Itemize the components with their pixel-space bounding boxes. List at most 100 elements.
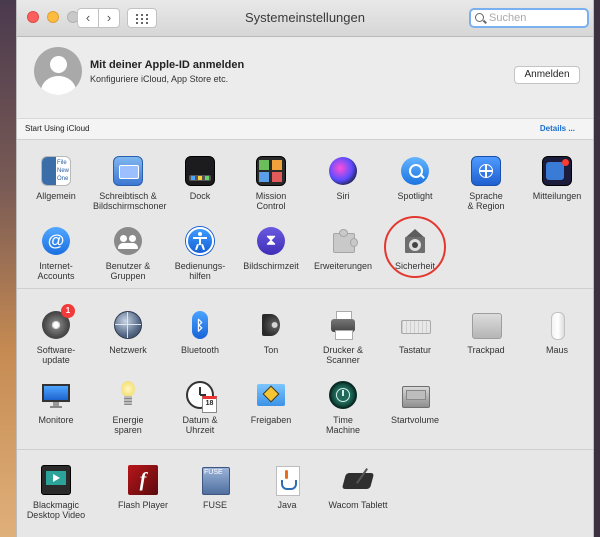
close-window-button[interactable] [27, 11, 39, 23]
pane-screen-time[interactable]: ⧗ Bildschirmzeit [236, 226, 306, 271]
pane-wacom[interactable]: Wacom Tablett [323, 465, 393, 510]
desktop-background-right [594, 0, 600, 537]
pane-label-line-1: Sprache [469, 191, 503, 201]
pane-users-groups[interactable]: Benutzer & Gruppen [93, 226, 163, 281]
avatar [34, 47, 82, 95]
pane-label-line-1: Datum & [182, 415, 218, 425]
sound-icon [262, 314, 280, 336]
icloud-details-link[interactable]: Details ... [540, 124, 575, 133]
pane-notifications[interactable]: Mitteilungen [522, 156, 592, 201]
pane-time-machine[interactable]: Time Machine [308, 380, 378, 435]
pane-network[interactable]: Netzwerk [93, 310, 163, 355]
calendar-day: 18 [202, 396, 217, 413]
grid-icon [136, 22, 138, 24]
pane-label-line-2: sparen [114, 425, 142, 435]
pane-label: Blackmagic Desktop Video [21, 500, 91, 520]
pane-extensions[interactable]: Erweiterungen [308, 226, 378, 271]
pane-label-line-2: & Region [467, 201, 505, 211]
show-all-button[interactable] [127, 8, 157, 28]
pane-label-line-1: Blackmagic [32, 500, 79, 510]
pane-label-line-1: Freigaben [250, 415, 292, 425]
pane-label-line-2: Uhrzeit [185, 425, 215, 435]
pane-displays[interactable]: Monitore [21, 380, 91, 425]
siri-icon [329, 157, 357, 185]
pane-mouse[interactable]: Maus [522, 310, 592, 355]
pane-label: Energie sparen [93, 415, 163, 435]
pane-label-line-1: Siri [336, 191, 350, 201]
pane-label: Java [252, 500, 322, 510]
pane-startup-disk[interactable]: Startvolume [380, 380, 450, 425]
general-icon: File New One [41, 156, 71, 186]
pane-label: Siri [308, 191, 378, 201]
pane-label-line-1: Allgemein [36, 191, 76, 201]
pane-label: Drucker & Scanner [308, 345, 378, 365]
apple-id-subtitle: Konfiguriere iCloud, App Store etc. [90, 74, 229, 84]
title-bar: ‹ › Systemeinstellungen [17, 0, 593, 37]
grid-icon [136, 18, 138, 20]
pane-software-update[interactable]: 1 Software-update [21, 304, 91, 365]
pane-label: Freigaben [236, 415, 306, 425]
pane-label-line-2: Bildschirmschoner [93, 201, 167, 211]
pane-label-line-1: Spotlight [397, 191, 433, 201]
pane-blackmagic[interactable]: Blackmagic Desktop Video [21, 465, 91, 520]
pane-language-region[interactable]: Sprache & Region [451, 156, 521, 211]
hourglass-icon: ⧗ [265, 232, 277, 249]
pane-label: Maus [522, 345, 592, 355]
pane-mission-control[interactable]: Mission Control [236, 156, 306, 211]
pane-internet-accounts[interactable]: @ Internet- Accounts [21, 226, 91, 281]
pane-label: Netzwerk [93, 345, 163, 355]
pane-flash-player[interactable]: f Flash Player [108, 465, 178, 510]
pane-keyboard[interactable]: Tastatur [380, 310, 450, 355]
grid-icon [146, 18, 148, 20]
pane-accessibility[interactable]: Bedienungs-hilfen [165, 226, 235, 281]
pane-siri[interactable]: Siri [308, 156, 378, 201]
forward-button[interactable]: › [98, 8, 120, 28]
pane-bluetooth[interactable]: ᛒ Bluetooth [165, 310, 235, 355]
pane-label: Benutzer & Gruppen [93, 261, 163, 281]
icloud-bar: Start Using iCloud Details ... [17, 118, 593, 140]
pane-dock[interactable]: Dock [165, 156, 235, 201]
pane-sharing[interactable]: Freigaben [236, 380, 306, 425]
pane-security[interactable]: Sicherheit [380, 226, 450, 271]
pane-label-line-1: Erweiterungen [313, 261, 373, 271]
apple-id-title: Mit deiner Apple-ID anmelden [90, 59, 245, 71]
back-button[interactable]: ‹ [77, 8, 99, 28]
pane-spotlight[interactable]: Spotlight [380, 156, 450, 201]
pane-label-line-1: Bedienungs- [174, 261, 226, 271]
pane-fuse[interactable]: FUSE FUSE [180, 465, 250, 510]
pane-label: Software-update [21, 345, 91, 365]
pane-sound[interactable]: Ton [236, 310, 306, 355]
pane-printers-scanners[interactable]: Drucker & Scanner [308, 310, 378, 365]
at-sign-icon: @ [47, 231, 65, 250]
search-field[interactable] [469, 8, 589, 28]
pane-label-line-1: Sicherheit [394, 261, 436, 271]
pane-label-line-1: Time [333, 415, 353, 425]
sign-in-button[interactable]: Anmelden [514, 66, 580, 84]
avatar-head [50, 56, 67, 73]
chevron-left-icon: ‹ [85, 10, 91, 25]
pane-energy-saver[interactable]: Energie sparen [93, 380, 163, 435]
pane-desktop-screensaver[interactable]: Schreibtisch & Bildschirmschoner [93, 156, 167, 211]
search-input[interactable] [489, 10, 585, 26]
fuse-icon-text: FUSE [204, 469, 223, 476]
pane-label: Ton [236, 345, 306, 355]
icloud-label: Start Using iCloud [25, 124, 90, 133]
pane-label-line-1: Startvolume [390, 415, 440, 425]
pane-label-line-1: Schreibtisch & [99, 191, 157, 201]
pane-date-time[interactable]: 18 Datum & Uhrzeit [165, 380, 235, 435]
avatar-body [41, 76, 76, 95]
pane-label: Spotlight [380, 191, 450, 201]
pane-label-line-1: Internet- [39, 261, 73, 271]
pane-trackpad[interactable]: Trackpad [451, 310, 521, 355]
pane-label-line-1: Monitore [38, 415, 74, 425]
pane-label: Sprache & Region [451, 191, 521, 211]
pane-label: Bedienungs-hilfen [165, 261, 235, 281]
minimize-window-button[interactable] [47, 11, 59, 23]
pane-java[interactable]: Java [252, 465, 322, 510]
pane-general[interactable]: File New One Allgemein [21, 156, 91, 201]
pane-label: Tastatur [380, 345, 450, 355]
pane-label: Datum & Uhrzeit [165, 415, 235, 435]
pane-label-line-2: Machine [325, 425, 361, 435]
pane-label: Schreibtisch & Bildschirmschoner [93, 191, 167, 211]
pane-label-line-2: hilfen [189, 271, 211, 281]
